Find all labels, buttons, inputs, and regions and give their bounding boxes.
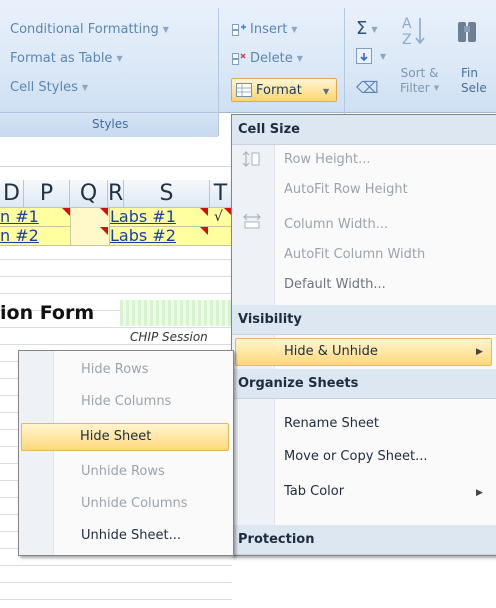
chip-session-cell[interactable]: CHIP Session: [130, 330, 208, 344]
visibility-header: Visibility: [232, 305, 496, 335]
menu-item-autofit-column-width[interactable]: AutoFit Column Width: [284, 240, 425, 270]
menu-item-hide-columns[interactable]: Hide Columns: [81, 387, 171, 417]
protection-header: Protection: [232, 525, 496, 555]
format-as-table-button[interactable]: Format as Table ▼: [10, 51, 123, 66]
column-header-q[interactable]: Q: [70, 180, 108, 208]
menu-item-unhide-sheet[interactable]: Unhide Sheet...: [81, 521, 181, 551]
comment-indicator-icon: [200, 208, 208, 216]
menu-item-autofit-row-height[interactable]: AutoFit Row Height: [284, 175, 408, 205]
cell-styles-button[interactable]: Cell Styles ▼: [10, 80, 88, 95]
dropdown-arrow-icon: ▼: [323, 87, 330, 96]
organize-sheets-header: Organize Sheets: [232, 369, 496, 399]
hide-sheet-label: Hide Sheet: [80, 429, 152, 444]
menu-item-row-height[interactable]: Row Height...: [284, 145, 371, 175]
styles-group-footer: Styles: [0, 112, 218, 137]
menu-icon-gutter: [232, 399, 275, 525]
sort-filter-icon: AZ: [400, 14, 428, 48]
insert-button[interactable]: Insert ▼: [232, 22, 297, 37]
format-dropdown-menu: Cell Size Row Height... AutoFit Row Heig…: [231, 114, 496, 556]
formula-bar[interactable]: [0, 150, 232, 167]
comment-indicator-icon: [100, 227, 108, 235]
submenu-arrow-icon: ▶: [476, 347, 483, 357]
column-header-s[interactable]: S: [124, 180, 210, 208]
sort-filter-line1: Sort &: [400, 66, 439, 80]
cell-link[interactable]: n #2: [0, 227, 39, 245]
comment-indicator-icon: [62, 208, 70, 216]
autosum-icon[interactable]: Σ ▼: [356, 18, 378, 39]
cell-link[interactable]: Labs #1: [110, 208, 176, 226]
svg-text:Z: Z: [402, 32, 412, 48]
column-header-p[interactable]: P: [24, 180, 70, 208]
menu-icon-gutter: [19, 351, 54, 555]
dropdown-arrow-icon: ▼: [296, 54, 303, 63]
delete-cells-icon: [232, 52, 246, 65]
dropdown-arrow-icon: ▼: [162, 25, 169, 34]
submenu-arrow-icon: ▶: [476, 488, 483, 498]
column-header-d[interactable]: D: [0, 180, 24, 208]
format-as-table-label: Format as Table: [10, 51, 113, 66]
menu-item-unhide-rows[interactable]: Unhide Rows: [81, 457, 165, 487]
dropdown-arrow-icon: ▼: [81, 83, 89, 92]
fill-icon[interactable]: [356, 48, 372, 64]
format-label: Format: [256, 83, 302, 98]
comment-indicator-icon: [100, 208, 108, 216]
form-title-cell[interactable]: ion Form: [0, 300, 94, 326]
menu-item-hide-rows[interactable]: Hide Rows: [81, 355, 149, 385]
styles-group-label: Styles: [92, 117, 129, 131]
insert-cells-icon: [232, 23, 246, 36]
clear-icon[interactable]: ⌫: [356, 78, 379, 97]
menu-item-rename-sheet[interactable]: Rename Sheet: [284, 409, 379, 439]
menu-item-hide-unhide[interactable]: Hide & Unhide ▶: [235, 338, 492, 366]
find-line1: Fin: [461, 66, 478, 80]
menu-item-column-width[interactable]: Column Width...: [284, 210, 388, 240]
conditional-formatting-button[interactable]: Conditional Formatting ▼: [10, 22, 169, 37]
menu-item-default-width[interactable]: Default Width...: [284, 270, 386, 300]
group-separator: [218, 8, 219, 136]
find-select-button[interactable]: Fin Sele: [461, 66, 487, 96]
cell-link[interactable]: Labs #2: [110, 227, 176, 245]
dropdown-arrow-icon: ▼: [291, 25, 298, 34]
menu-item-tab-color[interactable]: Tab Color: [284, 477, 344, 507]
format-button[interactable]: Format ▼: [231, 78, 337, 102]
format-cells-icon: [236, 83, 252, 97]
hide-unhide-label: Hide & Unhide: [284, 344, 378, 359]
find-line2: Sele: [461, 81, 487, 95]
menu-item-hide-sheet[interactable]: Hide Sheet: [21, 423, 229, 451]
binoculars-icon: [452, 14, 482, 48]
column-width-icon: [242, 213, 262, 229]
row-height-icon: [242, 151, 260, 167]
menu-item-unhide-columns[interactable]: Unhide Columns: [81, 489, 188, 519]
comment-indicator-icon: [200, 227, 208, 235]
hide-unhide-submenu: Hide Rows Hide Columns Hide Sheet Unhide…: [18, 350, 234, 556]
sort-filter-button[interactable]: Sort & Filter ▼: [400, 66, 439, 96]
dropdown-arrow-icon: ▼: [116, 54, 123, 63]
menu-item-move-copy-sheet[interactable]: Move or Copy Sheet...: [284, 442, 428, 472]
cell-size-header: Cell Size: [232, 115, 496, 145]
svg-text:A: A: [402, 16, 412, 32]
cell-styles-label: Cell Styles: [10, 80, 78, 95]
checkmark-cell[interactable]: √: [214, 208, 223, 226]
delete-button[interactable]: Delete ▼: [232, 51, 303, 66]
column-header-t[interactable]: T: [210, 180, 232, 208]
column-header-r[interactable]: R: [108, 180, 124, 208]
dropdown-arrow-icon: ▼: [380, 52, 387, 61]
delete-label: Delete: [250, 51, 293, 66]
sort-filter-line2: Filter: [400, 81, 430, 95]
conditional-formatting-label: Conditional Formatting: [10, 22, 159, 37]
selected-range[interactable]: [120, 300, 232, 326]
cell-link[interactable]: n #1: [0, 208, 39, 226]
insert-label: Insert: [250, 22, 288, 37]
